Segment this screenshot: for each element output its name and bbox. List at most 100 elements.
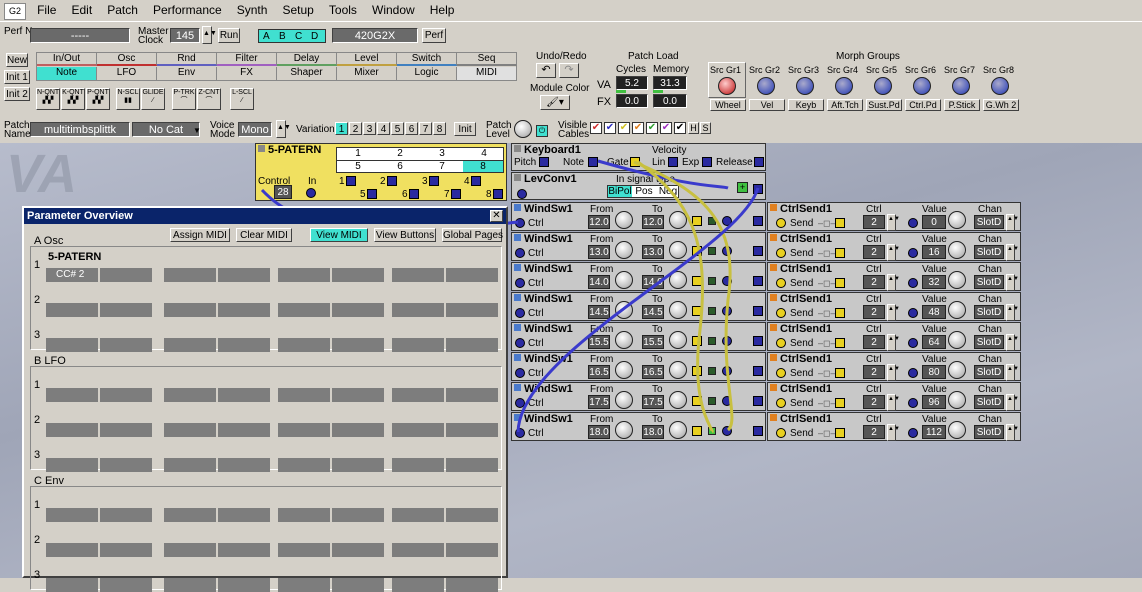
windsw-to-knob[interactable] (669, 361, 687, 379)
levconv-module[interactable]: LevConv1 In signal type BiPol Pos Neg + (511, 172, 766, 200)
patch-name-field[interactable]: multitimbsplittk (30, 122, 130, 137)
cables-hide-button[interactable]: H (688, 122, 699, 134)
patern-cell-8[interactable]: 8 (463, 162, 503, 172)
windsw-ctrl-jack[interactable] (515, 278, 525, 288)
ctrlsend-ctrl-spinner[interactable]: ▲▼ (887, 334, 900, 351)
patch-level-knob[interactable] (514, 120, 532, 138)
windsw-out-jack[interactable] (722, 246, 732, 256)
tab-logic[interactable]: Logic (397, 67, 457, 80)
ctrlsend-value[interactable]: 80 (922, 365, 946, 379)
parameter-cell[interactable] (332, 543, 384, 557)
ctrlsend-chan-spinner[interactable]: ▲▼ (1006, 244, 1019, 261)
tab-midi[interactable]: MIDI (457, 67, 517, 80)
ctrlsend-ctrl-value[interactable]: 2 (863, 425, 885, 439)
menu-edit[interactable]: Edit (65, 0, 98, 20)
morph-group-7-knob[interactable] (952, 77, 970, 95)
ctrlsend-ctrl-spinner[interactable]: ▲▼ (887, 304, 900, 321)
parameter-cell[interactable] (392, 268, 444, 282)
windsw-module[interactable]: WindSw1 Ctrl From 17.5 To 17.5 (511, 382, 766, 411)
parameter-cell[interactable] (46, 543, 98, 557)
parameter-cell[interactable] (218, 423, 270, 437)
parameter-cell[interactable]: CC# 2 (46, 268, 98, 282)
parameter-cell[interactable] (392, 508, 444, 522)
parameter-cell[interactable] (278, 268, 330, 282)
ctrlsend-menu-icon[interactable] (770, 324, 777, 331)
ctrlsend-value-jack[interactable] (908, 368, 918, 378)
patern-out-1-jack[interactable] (346, 176, 356, 186)
voice-mode-spinner[interactable]: ▲▼ (276, 120, 291, 138)
morph-group-4-knob[interactable] (835, 77, 853, 95)
view-midi-button[interactable]: View MIDI (310, 228, 368, 242)
ctrlsend-ctrl-spinner[interactable]: ▲▼ (887, 244, 900, 261)
parameter-cell[interactable] (278, 338, 330, 352)
parameter-cell[interactable] (278, 508, 330, 522)
ctrlsend-value-knob[interactable] (948, 391, 966, 409)
variation-6-button[interactable]: 6 (405, 122, 418, 135)
parameter-cell[interactable] (392, 543, 444, 557)
parameter-cell[interactable] (46, 578, 98, 592)
parameter-cell[interactable] (392, 423, 444, 437)
morph-source-sust-pd[interactable]: Sust.Pd (866, 99, 902, 111)
parameter-cell[interactable] (46, 388, 98, 402)
windsw-ctrl-jack[interactable] (515, 428, 525, 438)
windsw-out-jack[interactable] (722, 306, 732, 316)
windsw-from-knob[interactable] (615, 241, 633, 259)
view-buttons-button[interactable]: View Buttons (374, 228, 436, 242)
ctrlsend-value-jack[interactable] (908, 218, 918, 228)
new-button[interactable]: New (6, 53, 28, 67)
parameter-cell[interactable] (446, 388, 498, 402)
variation-8-button[interactable]: 8 (433, 122, 446, 135)
category-select[interactable]: No Cat (132, 122, 200, 137)
patern-out-5-jack[interactable] (367, 189, 377, 199)
windsw-ctrl-out-jack[interactable] (753, 366, 763, 376)
windsw-gate-jack[interactable] (692, 276, 702, 286)
ctrlsend-value-knob[interactable] (948, 271, 966, 289)
parameter-cell[interactable] (164, 388, 216, 402)
parameter-cell[interactable] (278, 458, 330, 472)
ctrlsend-menu-icon[interactable] (770, 384, 777, 391)
windsw-gate-jack[interactable] (692, 396, 702, 406)
patern-out-2-jack[interactable] (387, 176, 397, 186)
tab-osc[interactable]: Osc (97, 53, 157, 66)
windsw-to-knob[interactable] (669, 301, 687, 319)
clear-midi-button[interactable]: Clear MIDI (236, 228, 292, 242)
ctrlsend-chan-value[interactable]: SlotD (974, 275, 1004, 289)
parameter-cell[interactable] (392, 578, 444, 592)
parameter-cell[interactable] (218, 268, 270, 282)
keyboard-exp-jack[interactable] (702, 157, 712, 167)
windsw-from-knob[interactable] (615, 271, 633, 289)
n-qnt-module-icon[interactable]: N-QNT ▞▞ (36, 88, 60, 110)
windsw-gate-jack[interactable] (692, 366, 702, 376)
windsw-from-value[interactable]: 12.0 (588, 215, 610, 229)
windsw-ctrl-jack[interactable] (515, 308, 525, 318)
patern-out-7-jack[interactable] (451, 189, 461, 199)
patern-cell-3[interactable]: 3 (421, 149, 463, 159)
parameter-cell[interactable] (164, 423, 216, 437)
ctrlsend-chan-value[interactable]: SlotD (974, 395, 1004, 409)
windsw-to-value[interactable]: 17.5 (642, 395, 664, 409)
menu-performance[interactable]: Performance (147, 0, 228, 20)
ctrlsend-ctrl-value[interactable]: 2 (863, 215, 885, 229)
ctrlsend-trig-jack[interactable] (835, 248, 845, 258)
menu-synth[interactable]: Synth (231, 0, 274, 20)
morph-group-5-knob[interactable] (874, 77, 892, 95)
patern-in-jack[interactable] (306, 188, 316, 198)
windsw-module[interactable]: WindSw1 Ctrl From 15.5 To 15.5 (511, 322, 766, 351)
tab-note[interactable]: Note (37, 67, 97, 80)
ctrlsend-module[interactable]: CtrlSend1 Send –◻– Ctrl 2 ▲▼ Value 48 Ch… (767, 292, 1021, 321)
parameter-cell[interactable] (392, 458, 444, 472)
windsw-module[interactable]: WindSw1 Ctrl From 18.0 To 18.0 (511, 412, 766, 441)
parameter-cell[interactable] (46, 303, 98, 317)
morph-source-ctrl-pd[interactable]: Ctrl.Pd (905, 99, 941, 111)
parameter-cell[interactable] (392, 388, 444, 402)
tab-shaper[interactable]: Shaper (277, 67, 337, 80)
parameter-cell[interactable] (218, 578, 270, 592)
patern-cell-2[interactable]: 2 (379, 149, 421, 159)
parameter-cell[interactable] (446, 508, 498, 522)
tab-in-out[interactable]: In/Out (37, 53, 97, 66)
windsw-gate-jack[interactable] (692, 426, 702, 436)
parameter-cell[interactable] (218, 303, 270, 317)
cable-yellow-check-icon[interactable]: ✔ (618, 122, 630, 134)
patern-cell-4[interactable]: 4 (463, 149, 505, 159)
ctrlsend-chan-spinner[interactable]: ▲▼ (1006, 394, 1019, 411)
